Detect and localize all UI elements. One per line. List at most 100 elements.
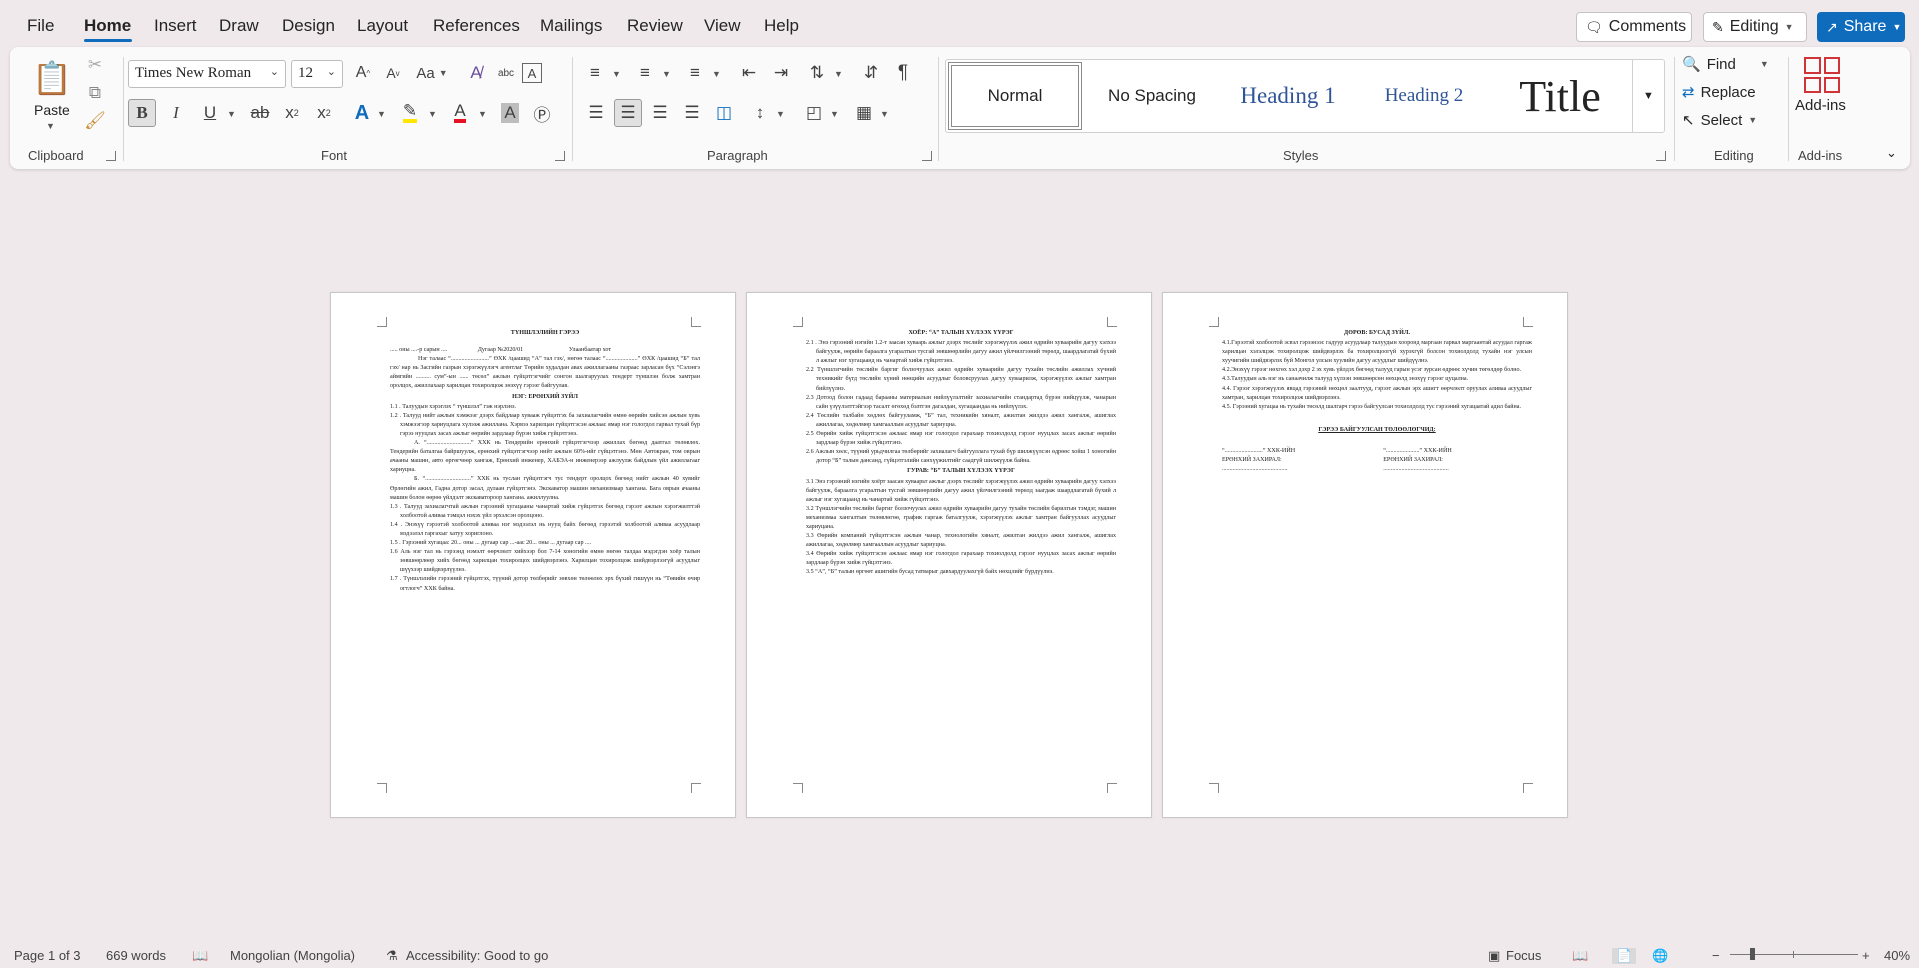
- read-mode-icon[interactable]: 📖: [1572, 948, 1588, 964]
- text-direction-icon[interactable]: ⇅: [804, 61, 830, 85]
- proofing-icon[interactable]: 📖: [192, 948, 208, 964]
- styles-more-icon[interactable]: ▼: [1632, 60, 1664, 132]
- tab-home[interactable]: Home: [84, 16, 131, 36]
- numbering-icon[interactable]: ≡: [632, 61, 658, 85]
- format-painter-icon[interactable]: 🖌: [84, 111, 106, 131]
- web-layout-icon[interactable]: 🌐: [1652, 948, 1668, 964]
- zoom-thumb[interactable]: [1750, 948, 1755, 960]
- page-2[interactable]: ХОЁР: “А” ТАЛЫН ХҮЛЭЭХ ҮҮРЭГ 2.1 . Энэ г…: [746, 292, 1152, 818]
- paragraph-shading-icon[interactable]: ◰: [800, 99, 828, 127]
- tab-review[interactable]: Review: [627, 16, 683, 36]
- editing-mode-button[interactable]: ✎ Editing ▼: [1703, 12, 1807, 42]
- decrease-indent-icon[interactable]: ⇤: [736, 61, 762, 85]
- align-center-icon[interactable]: ☰: [614, 99, 642, 127]
- text-effects-icon[interactable]: A: [348, 99, 376, 127]
- underline-icon[interactable]: U: [196, 99, 224, 127]
- show-marks-icon[interactable]: ¶: [890, 61, 916, 85]
- bullets-icon[interactable]: ≡: [582, 61, 608, 85]
- chevron-down-icon[interactable]: ▼: [46, 121, 55, 131]
- style-normal[interactable]: Normal: [948, 62, 1082, 130]
- shrink-font-icon[interactable]: Av: [381, 61, 405, 85]
- align-right-icon[interactable]: ☰: [646, 99, 674, 127]
- chevron-down-icon[interactable]: ▼: [776, 109, 785, 119]
- select-button[interactable]: ↖ Select ▼: [1682, 111, 1757, 130]
- change-case-icon[interactable]: Aa ▼: [412, 61, 452, 85]
- sort-icon[interactable]: ⇵: [858, 61, 884, 85]
- margin-corner: [377, 317, 387, 327]
- chevron-down-icon[interactable]: ▼: [612, 69, 621, 79]
- paragraph-launcher-icon[interactable]: [922, 151, 932, 161]
- chevron-down-icon[interactable]: ▼: [662, 69, 671, 79]
- multilevel-list-icon[interactable]: ≡: [682, 61, 708, 85]
- replace-button[interactable]: ⇄ Replace: [1682, 83, 1756, 102]
- chevron-down-icon[interactable]: ▼: [834, 69, 843, 79]
- tab-file[interactable]: File: [27, 16, 54, 36]
- style-title[interactable]: Title: [1494, 62, 1626, 130]
- paste-icon[interactable]: 📋: [32, 55, 72, 101]
- tab-mailings[interactable]: Mailings: [540, 16, 602, 36]
- shading-icon[interactable]: A: [496, 99, 524, 127]
- strikethrough-icon[interactable]: ab: [246, 99, 274, 127]
- grow-font-icon[interactable]: A ^: [351, 61, 375, 85]
- italic-icon[interactable]: I: [162, 99, 190, 127]
- tab-help[interactable]: Help: [764, 16, 799, 36]
- chevron-down-icon[interactable]: ▼: [428, 109, 437, 119]
- chevron-down-icon[interactable]: ▼: [227, 109, 236, 119]
- subscript-icon[interactable]: x2: [278, 99, 306, 127]
- zoom-slider[interactable]: [1730, 948, 1858, 960]
- page-count[interactable]: Page 1 of 3: [14, 948, 81, 963]
- copy-icon[interactable]: ⧉: [85, 83, 105, 103]
- line-spacing-icon[interactable]: ↕: [746, 99, 774, 127]
- tab-layout[interactable]: Layout: [357, 16, 408, 36]
- align-left-icon[interactable]: ☰: [582, 99, 610, 127]
- highlight-icon[interactable]: ✎: [396, 99, 424, 127]
- accessibility-status[interactable]: Accessibility: Good to go: [406, 948, 548, 963]
- document-canvas[interactable]: ТҮНШЛЭЛИЙН ГЭРЭЭ ..... оны ....-р сарын …: [0, 170, 1919, 940]
- find-button[interactable]: 🔍 Find ▼: [1682, 55, 1769, 74]
- page-3[interactable]: ДӨРӨВ: БУСАД ЗҮЙЛ. 4.1.Гэрээтэй холбоото…: [1162, 292, 1568, 818]
- focus-button[interactable]: Focus: [1506, 948, 1541, 963]
- page-1[interactable]: ТҮНШЛЭЛИЙН ГЭРЭЭ ..... оны ....-р сарын …: [330, 292, 736, 818]
- font-name-combo[interactable]: Times New Roman ⌄: [128, 60, 286, 88]
- chevron-down-icon[interactable]: ▼: [880, 109, 889, 119]
- share-button[interactable]: ↗ Share ▼: [1817, 12, 1905, 42]
- clipboard-launcher-icon[interactable]: [106, 151, 116, 161]
- tab-insert[interactable]: Insert: [154, 16, 197, 36]
- comments-button[interactable]: 🗨 Comments: [1576, 12, 1692, 42]
- style-no-spacing[interactable]: No Spacing: [1086, 62, 1218, 130]
- print-layout-icon[interactable]: 📄: [1612, 948, 1637, 964]
- borders-icon[interactable]: ▦: [850, 99, 878, 127]
- justify-icon[interactable]: ☰: [678, 99, 706, 127]
- style-heading-1[interactable]: Heading 1: [1222, 62, 1354, 130]
- font-size-combo[interactable]: 12 ⌄: [291, 60, 343, 88]
- language-indicator[interactable]: Mongolian (Mongolia): [230, 948, 355, 963]
- tab-draw[interactable]: Draw: [219, 16, 259, 36]
- zoom-out-icon[interactable]: −: [1712, 948, 1720, 963]
- zoom-level[interactable]: 40%: [1884, 948, 1910, 963]
- clear-formatting-icon[interactable]: A̸: [464, 61, 488, 85]
- add-ins-icon[interactable]: [1804, 57, 1840, 93]
- font-color-icon[interactable]: A: [446, 99, 474, 127]
- superscript-icon[interactable]: x2: [310, 99, 338, 127]
- styles-launcher-icon[interactable]: [1656, 151, 1666, 161]
- phonetic-guide-icon[interactable]: abc: [494, 61, 518, 85]
- collapse-ribbon-icon[interactable]: ⌄: [1886, 145, 1897, 161]
- chevron-down-icon[interactable]: ▼: [830, 109, 839, 119]
- add-ins-button[interactable]: Add-ins: [1795, 97, 1846, 114]
- word-count[interactable]: 669 words: [106, 948, 166, 963]
- cut-icon[interactable]: ✂: [85, 55, 105, 75]
- font-launcher-icon[interactable]: [555, 151, 565, 161]
- chevron-down-icon[interactable]: ▼: [712, 69, 721, 79]
- tab-references[interactable]: References: [433, 16, 520, 36]
- increase-indent-icon[interactable]: ⇥: [768, 61, 794, 85]
- bold-icon[interactable]: B: [128, 99, 156, 127]
- character-border-icon[interactable]: A: [522, 63, 542, 83]
- chevron-down-icon[interactable]: ▼: [377, 109, 386, 119]
- tab-design[interactable]: Design: [282, 16, 335, 36]
- tab-view[interactable]: View: [704, 16, 741, 36]
- zoom-in-icon[interactable]: +: [1862, 948, 1870, 963]
- chevron-down-icon[interactable]: ▼: [478, 109, 487, 119]
- distributed-icon[interactable]: ◫: [710, 99, 738, 127]
- style-heading-2[interactable]: Heading 2: [1358, 62, 1490, 130]
- enclose-characters-icon[interactable]: Ⓟ: [528, 99, 556, 127]
